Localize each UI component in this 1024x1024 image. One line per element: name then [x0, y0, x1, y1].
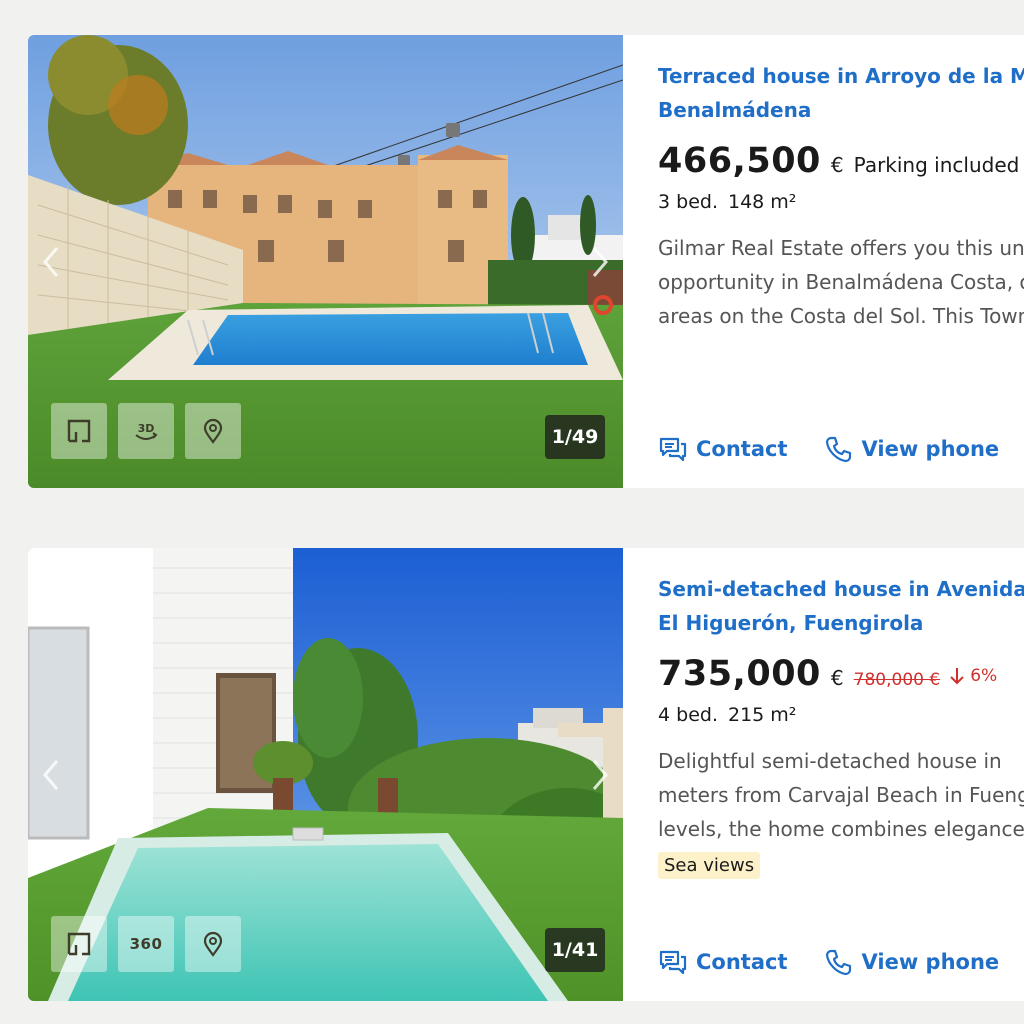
360-icon: 360	[129, 935, 163, 953]
price-drop-badge: 6%	[950, 666, 997, 686]
price-row: 466,500 € Parking included	[658, 141, 1024, 181]
chat-icon	[659, 950, 687, 975]
next-photo-button[interactable]	[585, 750, 615, 800]
previous-price: 780,000 €	[853, 670, 941, 690]
arrow-down-icon	[950, 668, 964, 685]
bedrooms: 4 bed.	[658, 704, 718, 726]
floor-area: 215 m²	[727, 704, 797, 726]
photo-counter: 1/41	[545, 928, 605, 972]
listing-actions: Contact View phone	[658, 434, 999, 464]
chat-icon	[659, 437, 687, 462]
listing-title-line-2: El Higuerón, Fuengirola	[658, 611, 924, 635]
svg-text:3D: 3D	[138, 422, 155, 435]
listing-title-line-2: Benalmádena	[658, 98, 812, 122]
listing-title-line-1: Terraced house in Arroyo de la Miel	[658, 64, 1024, 88]
bedrooms: 3 bed.	[658, 191, 718, 213]
map-button[interactable]	[185, 916, 241, 972]
listing-info: Terraced house in Arroyo de la Miel Bena…	[623, 35, 1024, 488]
floor-area: 148 m²	[727, 191, 797, 213]
listing-title-link[interactable]: Semi-detached house in Avenida El Higuer…	[658, 572, 1024, 640]
listing-results: 3D 1/49 Terraced house in Arroyo de la M…	[0, 0, 1024, 1024]
description-line: Gilmar Real Estate offers you this uniqu…	[658, 236, 1024, 260]
feature-tag: Sea views	[658, 852, 761, 879]
next-photo-button[interactable]	[585, 237, 615, 287]
listing-info: Semi-detached house in Avenida El Higuer…	[623, 548, 1024, 1001]
photo-counter: 1/49	[545, 415, 605, 459]
phone-icon	[825, 436, 851, 463]
contact-button[interactable]: Contact	[658, 434, 788, 464]
virtual-tour-3d-button[interactable]: 3D	[118, 403, 174, 459]
map-pin-icon	[203, 418, 223, 444]
description-line: meters from Carvajal Beach in Fuengirola	[658, 783, 1024, 807]
listing-photo[interactable]: 360 1/41	[28, 548, 623, 1001]
contact-label: Contact	[696, 437, 788, 461]
listing-title-link[interactable]: Terraced house in Arroyo de la Miel Bena…	[658, 59, 1024, 127]
chevron-left-icon	[43, 246, 59, 277]
floor-plan-icon	[67, 932, 91, 956]
price-row: 735,000 € 780,000 € 6%	[658, 654, 1024, 694]
listing-price: 466,500	[658, 141, 821, 181]
listing-description: Gilmar Real Estate offers you this uniqu…	[658, 231, 1024, 333]
virtual-tour-360-button[interactable]: 360	[118, 916, 174, 972]
view-phone-button[interactable]: View phone	[824, 434, 1000, 464]
listing-card[interactable]: 360 1/41 Semi-detached house in Avenida …	[28, 548, 1024, 1001]
photo-tools: 360	[51, 916, 241, 972]
floor-plan-button[interactable]	[51, 403, 107, 459]
previous-photo-button[interactable]	[36, 237, 66, 287]
description-line: levels, the home combines elegance	[658, 817, 1024, 841]
description-line: areas on the Costa del Sol. This Townhou…	[658, 304, 1024, 328]
parking-note: Parking included	[853, 153, 1020, 177]
3d-tour-icon: 3D	[135, 422, 158, 440]
listing-photo[interactable]: 3D 1/49	[28, 35, 623, 488]
floor-plan-button[interactable]	[51, 916, 107, 972]
currency-symbol: €	[830, 153, 844, 177]
chevron-right-icon	[592, 759, 608, 790]
listing-actions: Contact View phone	[658, 947, 999, 977]
view-phone-label: View phone	[861, 437, 1000, 461]
photo-tools: 3D	[51, 403, 241, 459]
listing-card[interactable]: 3D 1/49 Terraced house in Arroyo de la M…	[28, 35, 1024, 488]
map-pin-icon	[203, 931, 223, 957]
listing-title-line-1: Semi-detached house in Avenida	[658, 577, 1024, 601]
listing-details: 4 bed. 215 m²	[658, 704, 1024, 726]
chevron-left-icon	[43, 759, 59, 790]
map-button[interactable]	[185, 403, 241, 459]
listing-description: Delightful semi-detached house in meters…	[658, 744, 1024, 846]
chevron-right-icon	[592, 246, 608, 277]
price-drop-percent: 6%	[970, 666, 998, 686]
view-phone-button[interactable]: View phone	[824, 947, 1000, 977]
description-line: Delightful semi-detached house in	[658, 749, 1002, 773]
contact-label: Contact	[696, 950, 788, 974]
previous-photo-button[interactable]	[36, 750, 66, 800]
listing-price: 735,000	[658, 654, 821, 694]
contact-button[interactable]: Contact	[658, 947, 788, 977]
listing-details: 3 bed. 148 m²	[658, 191, 1024, 213]
floor-plan-icon	[67, 419, 91, 443]
view-phone-label: View phone	[861, 950, 1000, 974]
description-line: opportunity in Benalmádena Costa, one of…	[658, 270, 1024, 294]
phone-icon	[825, 949, 851, 976]
currency-symbol: €	[830, 666, 844, 690]
